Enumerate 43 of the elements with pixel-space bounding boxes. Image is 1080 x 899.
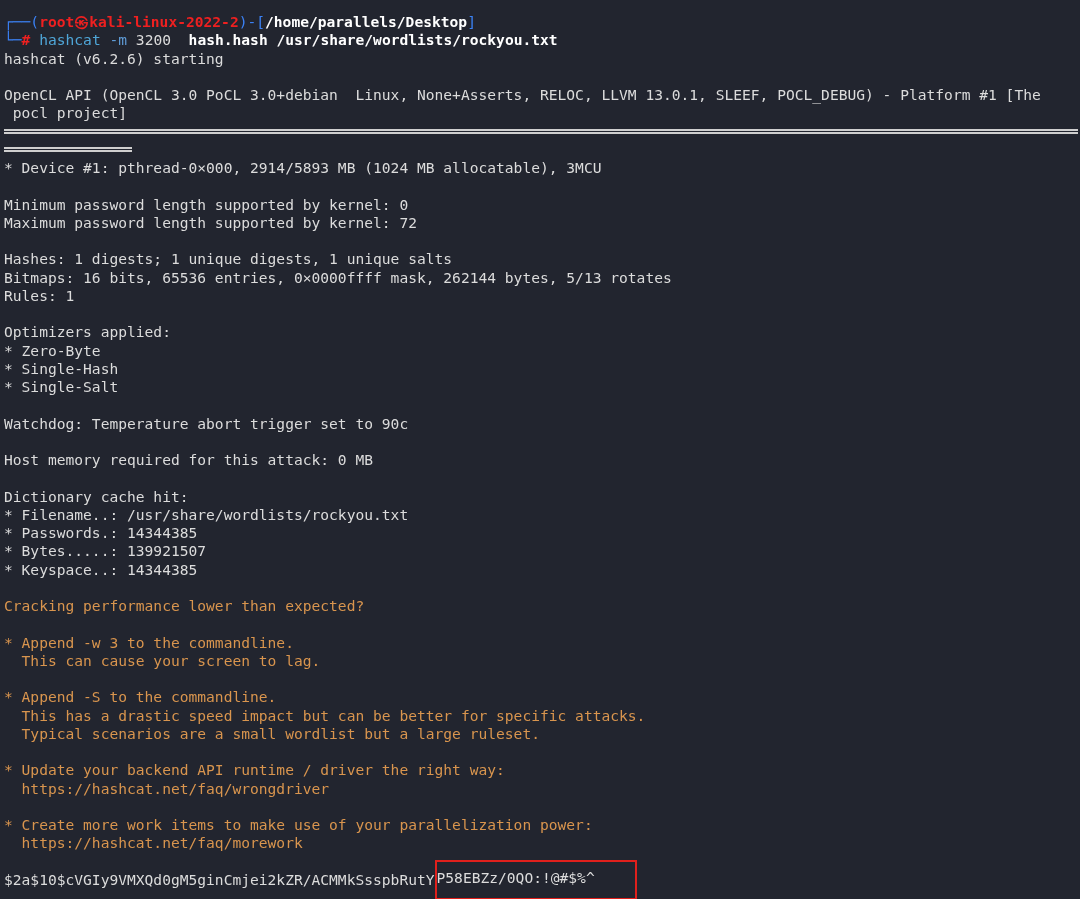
prompt-frame: )-[	[238, 13, 266, 30]
output-line: hashcat (v6.2.6) starting	[4, 49, 224, 67]
output-line: Host memory required for this attack: 0 MB	[4, 451, 374, 468]
command-arguments: hash.hash /usr/share/wordlists/rockyou.txt	[188, 31, 558, 49]
output-line: * Bytes.....: 139921507	[4, 542, 207, 560]
output-line: * Single-Salt	[4, 378, 119, 395]
output-line: * Filename..: /usr/share/wordlists/rockyou.txt	[4, 505, 409, 523]
prompt-path: /home/parallels/Desktop	[265, 13, 468, 30]
warning-line: * Update your backend API runtime / driver the right way:	[4, 761, 505, 779]
prompt-user-host: root㉿kali-linux-2022-2	[39, 13, 239, 30]
warning-line: https://hashcat.net/faq/wrongdriver	[20, 779, 330, 797]
output-line: Hashes: 1 digests; 1 unique digests, 1 unique salts	[4, 250, 453, 268]
output-line: Minimum password length supported by kernel: 0	[4, 195, 409, 213]
prompt-symbol: #	[21, 31, 31, 49]
output-line: Optimizers applied:	[4, 323, 171, 341]
command-name: hashcat	[39, 31, 101, 49]
output-line: * Single-Hash	[4, 359, 119, 377]
warning-line: https://hashcat.net/faq/morework	[20, 834, 303, 852]
prompt-frame: └─	[4, 31, 22, 49]
prompt-frame: ┌──(	[4, 13, 40, 30]
output-line: Watchdog: Temperature abort trigger set to 90c	[4, 414, 409, 432]
warning-line: * Create more work items to make use of your parallelization power:	[4, 816, 593, 833]
output-line: * Zero-Byte	[4, 341, 101, 359]
warning-line: * Append -S to the commandline.	[4, 688, 277, 706]
output-line: Maximum password length supported by kernel: 72	[4, 213, 417, 231]
prompt-frame: ]	[467, 13, 476, 30]
output-line: * Passwords.: 14344385	[4, 524, 198, 541]
output-line: Bitmaps: 16 bits, 65536 entries, 0×0000ffff mask, 262144 bytes, 5/13 rotates	[4, 268, 672, 286]
warning-line: Cracking performance lower than expected?	[4, 597, 365, 614]
output-line: pocl project]	[11, 104, 127, 122]
output-line: * Keyspace..: 14344385	[4, 560, 198, 578]
command-option: -m	[109, 31, 128, 49]
hash-text: $2a$10$cVGIy9VMXQd0gM5ginCmjei2kZR/ACMMkSsspbRutY	[4, 870, 435, 889]
output-line: * Device #1: pthread-0×000, 2914/5893 MB (1024 MB allocatable), 3MCU	[4, 159, 602, 176]
warning-line: * Append -w 3 to the commandline.	[4, 633, 294, 651]
warning-line: Typical scenarios are a small wordlist but a large ruleset.	[20, 724, 540, 742]
output-line: OpenCL API (OpenCL 3.0 PoCL 3.0+debian Linux, None+Asserts, RELOC, LLVM 13.0.1, SLEEF, POCL_DEBUG) - Platform #1 [The	[4, 86, 1041, 103]
output-line: Dictionary cache hit:	[4, 487, 189, 505]
command-value: 3200	[135, 31, 171, 49]
output-line: Rules: 1	[4, 286, 75, 304]
warning-line: This has a drastic speed impact but can be better for specific attacks.	[20, 706, 646, 724]
warning-line: This can cause your screen to lag.	[20, 651, 321, 669]
highlighted-password: P58EBZz/0QO:!@#$%^	[434, 859, 637, 899]
